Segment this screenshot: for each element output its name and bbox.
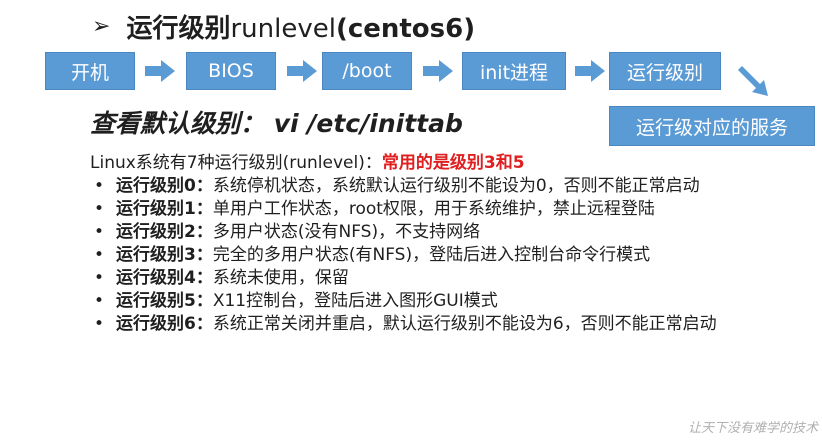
services-box: 运行级对应的服务 xyxy=(609,106,815,146)
level-desc: 系统停机状态，系统默认运行级别不能设为0，否则不能正常启动 xyxy=(212,176,700,196)
flow-arrow-icon xyxy=(287,60,317,82)
flow-arrow-icon xyxy=(423,60,453,82)
list-item: • 运行级别0：系统停机状态，系统默认运行级别不能设为0，否则不能正常启动 xyxy=(94,176,700,196)
intro-text: Linux系统有7种运行级别(runlevel)： xyxy=(90,153,382,173)
level-label: 运行级别6： xyxy=(116,314,213,334)
diagonal-arrow-icon xyxy=(738,66,768,96)
arrow-bullet-icon: ➢ xyxy=(92,13,111,39)
runlevel-list: Linux系统有7种运行级别(runlevel)：常用的是级别3和5 • 运行级别… xyxy=(86,152,806,335)
title-runlevel: runlevel xyxy=(230,13,336,44)
list-item: • 运行级别3：完全的多用户状态(有NFS)，登陆后进入控制台命令行模式 xyxy=(94,245,651,265)
level-desc: 系统未使用，保留 xyxy=(212,268,349,288)
level-desc: X11控制台，登陆后进入图形GUI模式 xyxy=(212,291,498,311)
flow-arrow-icon xyxy=(145,60,175,82)
list-item: • 运行级别2：多用户状态(没有NFS)，不支持网络 xyxy=(94,222,481,242)
list-item: • 运行级别1：单用户工作状态，root权限，用于系统维护，禁止远程登陆 xyxy=(94,199,655,219)
level-desc: 单用户工作状态，root权限，用于系统维护，禁止远程登陆 xyxy=(212,199,655,219)
level-desc: 系统正常关闭并重启，默认运行级别不能设为6，否则不能正常启动 xyxy=(212,314,717,334)
list-item: • 运行级别4：系统未使用，保留 xyxy=(94,268,349,288)
slide-title: ➢ 运行级别runlevel(centos6) xyxy=(92,6,475,46)
title-paren: (centos6) xyxy=(335,13,476,44)
level-label: 运行级别5： xyxy=(116,291,213,311)
level-desc: 完全的多用户状态(有NFS)，登陆后进入控制台命令行模式 xyxy=(212,245,651,265)
flow-arrow-icon xyxy=(575,60,605,82)
flow-box-runlevel: 运行级别 xyxy=(609,52,721,90)
flow-box-bios: BIOS xyxy=(186,52,276,90)
level-label: 运行级别3： xyxy=(116,245,213,265)
title-bold: 运行级别 xyxy=(126,13,231,44)
level-desc: 多用户状态(没有NFS)，不支持网络 xyxy=(212,222,481,242)
intro-line: Linux系统有7种运行级别(runlevel)：常用的是级别3和5 xyxy=(86,152,806,174)
level-label: 运行级别1： xyxy=(116,199,213,219)
watermark: 让天下没有难学的技术 xyxy=(687,421,818,436)
intro-highlight: 常用的是级别3和5 xyxy=(381,153,525,173)
subtitle: 查看默认级别： vi /etc/inittab xyxy=(90,109,463,138)
list-item: • 运行级别6：系统正常关闭并重启，默认运行级别不能设为6，否则不能正常启动 xyxy=(94,314,717,334)
level-label: 运行级别0： xyxy=(116,176,213,196)
level-label: 运行级别2： xyxy=(116,222,213,242)
flow-box-power-on: 开机 xyxy=(45,52,135,90)
list-item: • 运行级别5：X11控制台，登陆后进入图形GUI模式 xyxy=(94,291,498,311)
flow-box-boot: /boot xyxy=(322,52,412,90)
flow-box-init: init进程 xyxy=(462,52,566,90)
level-label: 运行级别4： xyxy=(116,268,213,288)
